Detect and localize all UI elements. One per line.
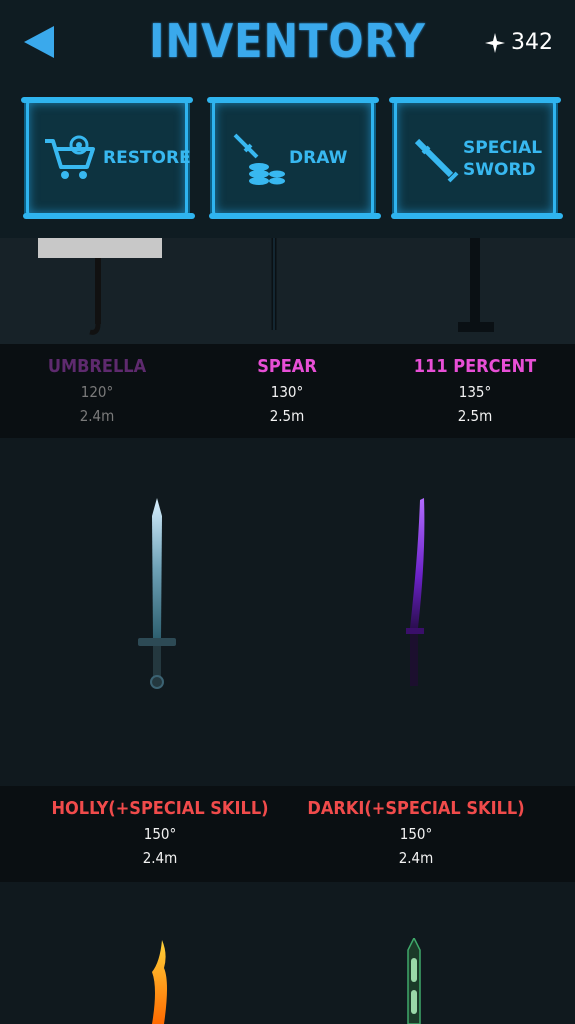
shopping-cart-icon: [45, 135, 95, 179]
top-bar: INVENTORY 342 RESTORE DRAW SPECIAL SWORD: [0, 0, 575, 238]
item-card-darki[interactable]: DARKI(+SPECIAL SKILL) 150° 2.4m: [296, 798, 536, 867]
sword-icon: [414, 138, 459, 183]
item-angle: 130°: [270, 383, 304, 401]
sparkle-icon: [485, 32, 505, 53]
item-card-umbrella[interactable]: UMBRELLA 120° 2.4m: [2, 356, 192, 425]
row1-info: UMBRELLA 120° 2.4m SPEAR 130° 2.5m 111 P…: [0, 344, 575, 438]
special-sword-button[interactable]: SPECIAL SWORD: [389, 97, 563, 219]
row2-info: HOLLY(+SPECIAL SKILL) 150° 2.4m DARKI(+S…: [0, 786, 575, 882]
draw-label: DRAW: [289, 148, 348, 168]
item-angle: 135°: [458, 383, 492, 401]
restore-button[interactable]: RESTORE: [21, 97, 195, 219]
item-range: 2.4m: [398, 849, 434, 867]
row3-images: [0, 882, 575, 1024]
spear-item-image[interactable]: [262, 238, 286, 338]
item-angle: 150°: [399, 825, 433, 843]
special-sword-label: SPECIAL SWORD: [463, 138, 543, 180]
draw-button[interactable]: DRAW: [207, 97, 381, 219]
restore-label: RESTORE: [103, 148, 191, 168]
darki-sword-image[interactable]: [396, 496, 436, 692]
item-range: 2.5m: [457, 407, 493, 425]
holly-sword-image[interactable]: [132, 496, 182, 692]
item-card-holly[interactable]: HOLLY(+SPECIAL SKILL) 150° 2.4m: [40, 798, 280, 867]
currency-value: 342: [511, 30, 553, 55]
item-range: 2.5m: [269, 407, 305, 425]
item-name: HOLLY(+SPECIAL SKILL): [51, 798, 269, 819]
item-name: DARKI(+SPECIAL SKILL): [307, 798, 525, 819]
item-name: 111 PERCENT: [413, 356, 537, 377]
fire-sword-image[interactable]: [144, 938, 174, 1024]
item-card-spear[interactable]: SPEAR 130° 2.5m: [192, 356, 382, 425]
item-angle: 120°: [80, 383, 114, 401]
sword-coins-icon: [233, 133, 285, 185]
item-range: 2.4m: [79, 407, 115, 425]
item-name: UMBRELLA: [47, 356, 147, 377]
umbrella-item-image[interactable]: [38, 238, 162, 338]
111-percent-item-image[interactable]: [450, 238, 502, 338]
item-angle: 150°: [143, 825, 177, 843]
row2-images: [0, 438, 575, 786]
item-range: 2.4m: [142, 849, 178, 867]
item-card-111-percent[interactable]: 111 PERCENT 135° 2.5m: [380, 356, 570, 425]
currency-display: 342: [485, 30, 553, 55]
item-name: SPEAR: [257, 356, 317, 377]
row1-images: [0, 238, 575, 344]
green-sword-image[interactable]: [402, 938, 426, 1024]
